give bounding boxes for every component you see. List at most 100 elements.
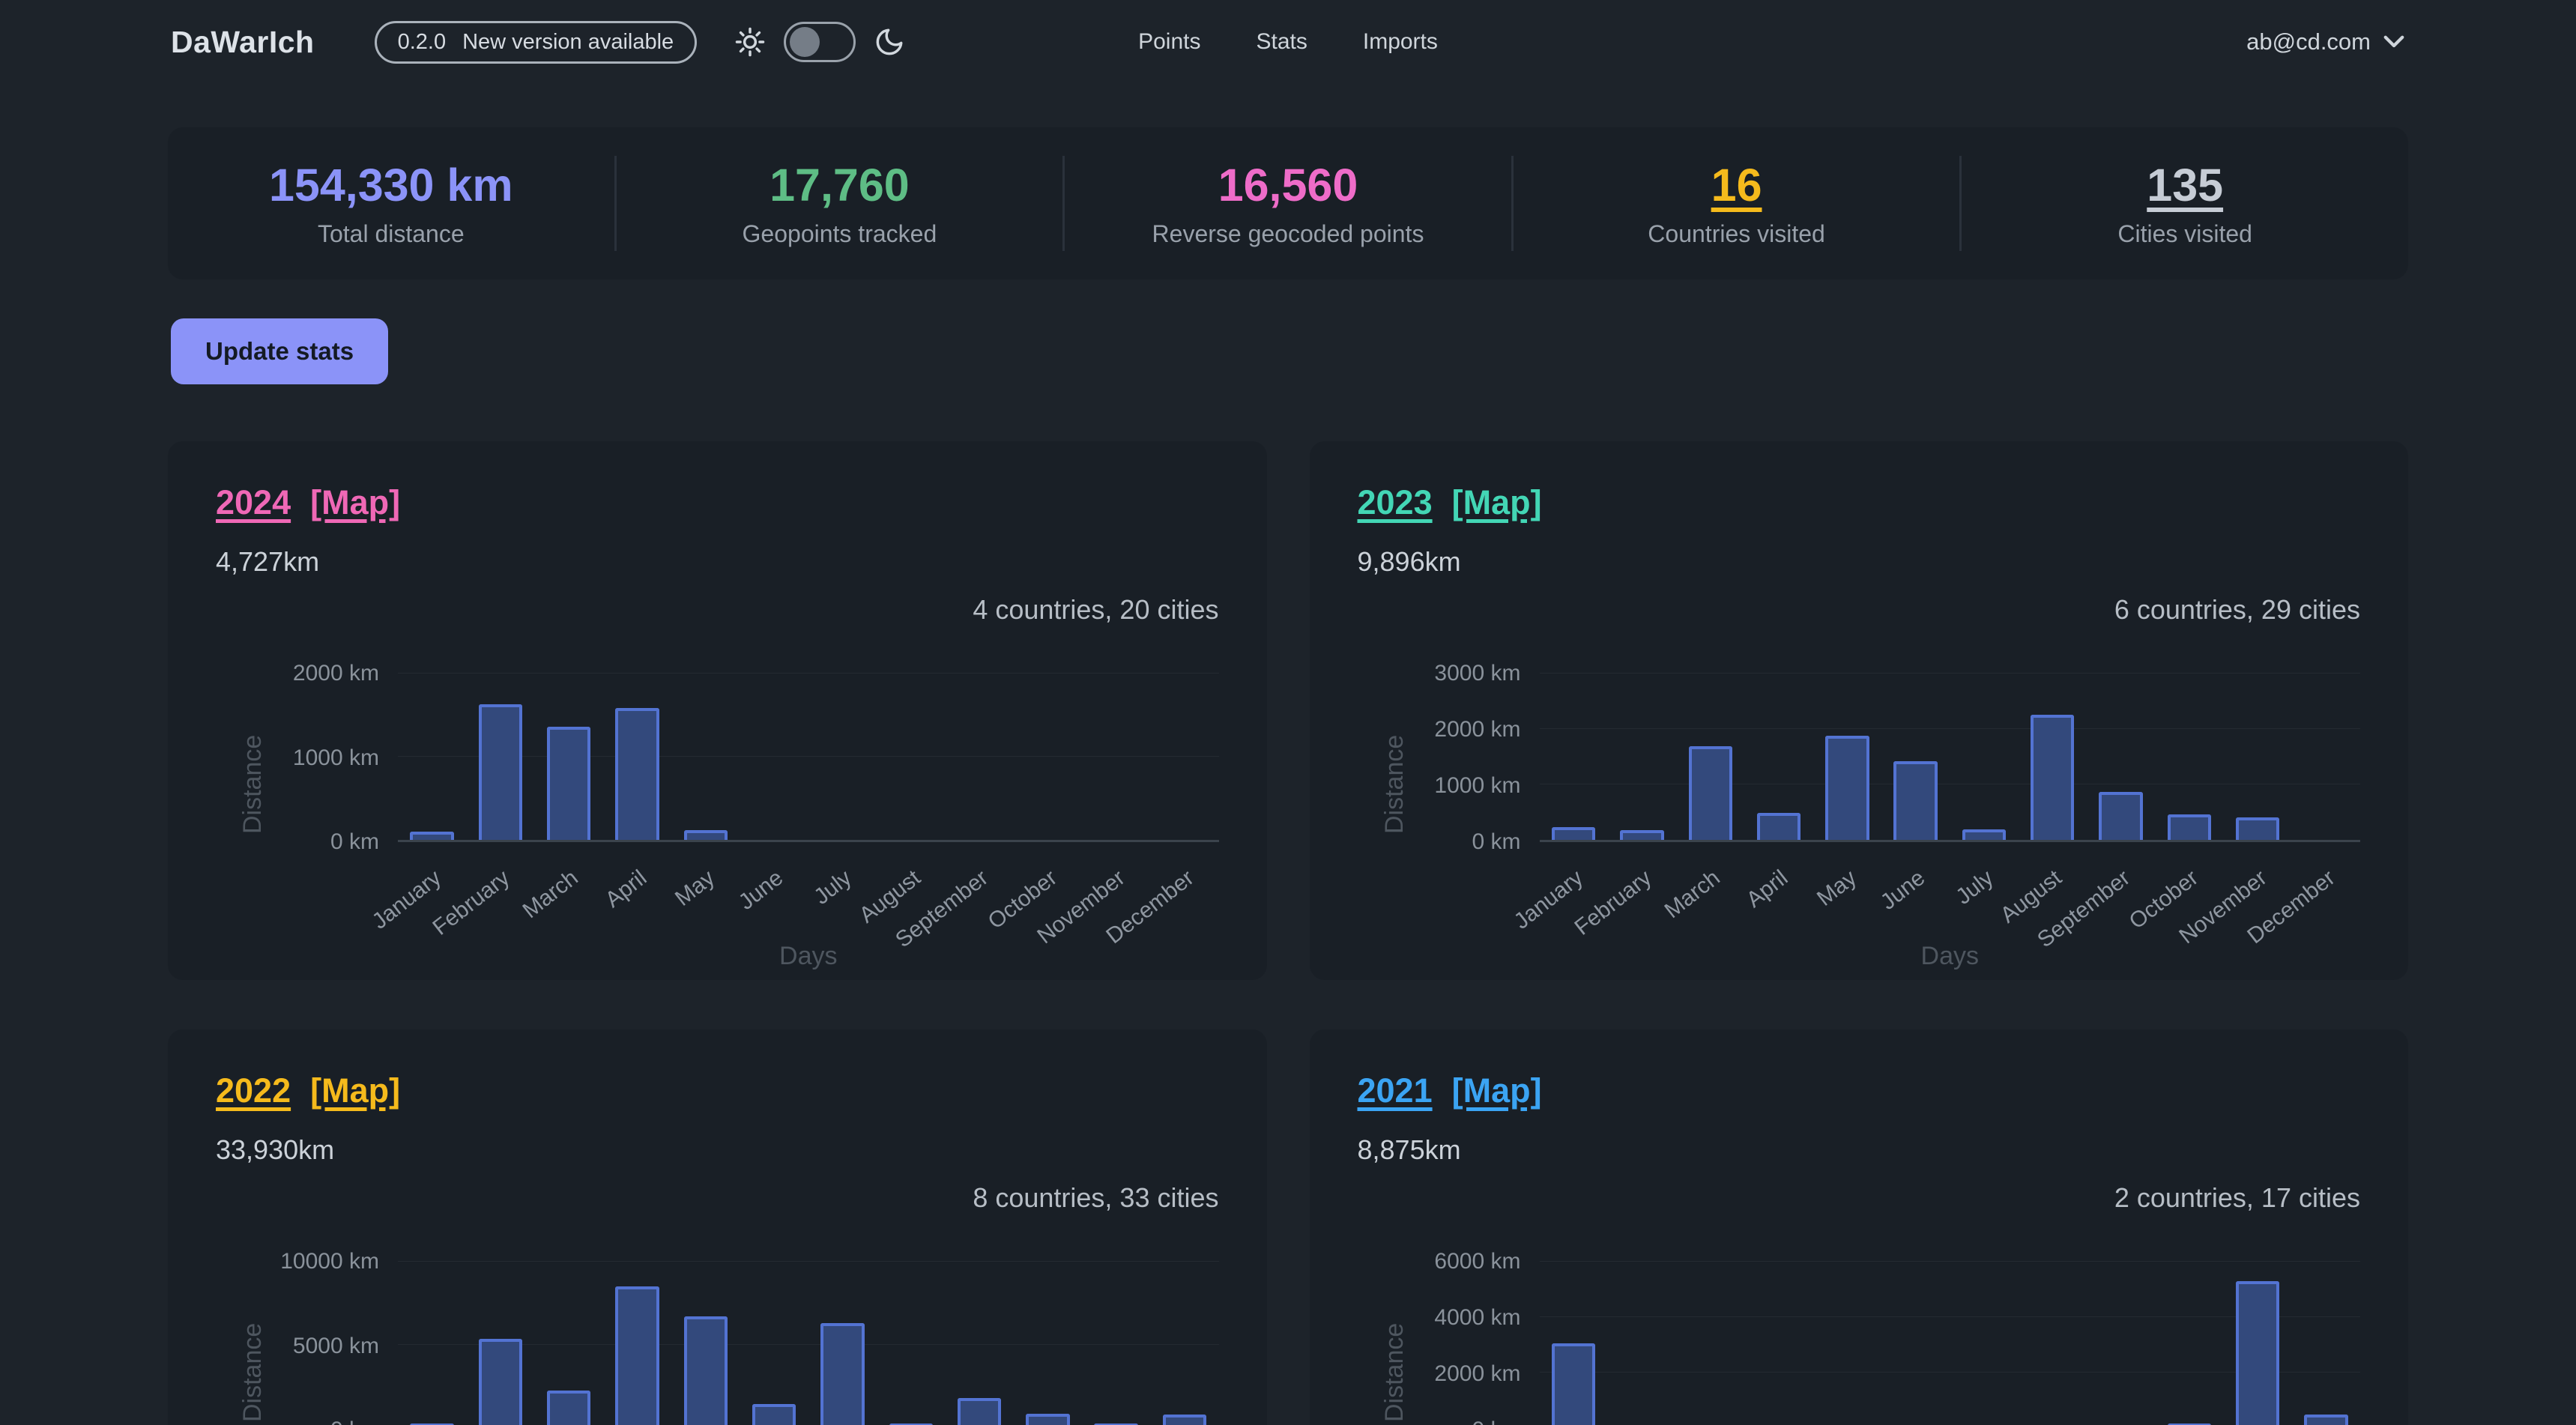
distance-bar [615,708,659,840]
y-tick-label: 0 km [1472,1418,1520,1425]
bar-slot [808,674,877,840]
distance-bar [547,1391,590,1425]
map-link[interactable]: [Map] [310,483,400,522]
distance-chart: Distance 0 km2000 km4000 km6000 km Janua… [1358,1239,2361,1425]
distance-bar [479,1339,522,1425]
stat-cities-visited: 135 Cities visited [1959,156,2408,251]
update-stats-button[interactable]: Update stats [171,318,388,384]
bar-slot [1676,1262,1744,1425]
bar-slot [945,674,1013,840]
month-label: May [1812,865,1862,912]
card-title-row: 2023 [Map] [1358,483,2361,522]
version-note: New version available [462,30,674,55]
bars [398,1262,1219,1425]
bar-slot [671,1262,740,1425]
bar-slot [398,1262,466,1425]
version-badge[interactable]: 0.2.0 New version available [375,21,698,64]
month-slot: December [2292,855,2360,937]
y-tick-label: 1000 km [1434,773,1520,799]
bar-slot [1881,674,1950,840]
bar-slot [740,1262,808,1425]
distance-bar [2031,715,2074,840]
x-axis-labels: JanuaryFebruaryMarchAprilMayJuneJulyAugu… [398,855,1219,937]
bar-slot [398,674,466,840]
distance-bar [684,830,728,840]
bar-slot [877,1262,945,1425]
app-logo[interactable]: DaWarIch [171,25,315,60]
bars [1540,674,2361,840]
chevron-down-icon [2383,34,2405,49]
y-tick-label: 4000 km [1434,1305,1520,1331]
distance-bar [1026,1414,1069,1425]
plot-area[interactable] [1540,1262,2361,1425]
year-summary: 4 countries, 20 cities [216,594,1219,626]
bar-slot [1744,1262,1812,1425]
distance-bar [410,832,453,840]
bar-slot [1881,1262,1950,1425]
stat-label: Cities visited [1962,220,2408,248]
nav-points[interactable]: Points [1138,29,1200,55]
stat-label: Total distance [168,220,614,248]
bar-slot [945,1262,1013,1425]
bar-slot [1540,1262,1608,1425]
month-label: June [1876,865,1930,916]
bar-slot [2019,674,2087,840]
month-slot: June [740,855,808,937]
stat-value: 154,330 km [168,159,614,211]
bars [398,674,1219,840]
month-slot: May [671,855,740,937]
nav-stats[interactable]: Stats [1256,29,1307,55]
year-link[interactable]: 2022 [216,1071,291,1110]
distance-bar [684,1316,728,1425]
card-title-row: 2021 [Map] [1358,1071,2361,1110]
month-slot: April [1744,855,1812,937]
cities-visited-link[interactable]: 135 [1962,159,2408,211]
map-link[interactable]: [Map] [1452,1071,1542,1110]
month-slot: February [466,855,534,937]
stat-total-distance: 154,330 km Total distance [168,156,614,251]
month-label: July [810,865,857,910]
distance-bar [1757,813,1801,840]
card-title-row: 2024 [Map] [216,483,1219,522]
year-link[interactable]: 2021 [1358,1071,1433,1110]
distance-bar [1893,761,1937,840]
year-link[interactable]: 2023 [1358,483,1433,522]
distance-bar [958,1398,1001,1425]
bar-slot [808,1262,877,1425]
distance-bar [2099,792,2142,840]
bar-slot [1150,1262,1218,1425]
plot-area[interactable] [398,1262,1219,1425]
bar-slot [2155,1262,2223,1425]
plot-area[interactable] [1540,674,2361,842]
bar-slot [1082,674,1150,840]
month-slot: March [535,855,603,937]
year-card-2021: 2021 [Map] 8,875km 2 countries, 17 citie… [1310,1029,2409,1425]
bar-slot [2087,674,2155,840]
y-axis-ticks: 0 km5000 km10000 km [216,1262,379,1425]
distance-bar [2168,814,2211,840]
y-tick-label: 3000 km [1434,661,1520,686]
stat-countries-visited: 16 Countries visited [1511,156,1960,251]
map-link[interactable]: [Map] [310,1071,400,1110]
distance-bar [2236,1281,2279,1425]
account-email: ab@cd.com [2246,28,2371,55]
theme-toggle[interactable] [784,22,856,62]
y-tick-label: 2000 km [1434,717,1520,742]
account-menu[interactable]: ab@cd.com [2246,28,2405,55]
bar-slot [535,674,603,840]
distance-chart: Distance 0 km5000 km10000 km JanuaryFebr… [216,1239,1219,1425]
distance-bar [1825,736,1869,840]
map-link[interactable]: [Map] [1452,483,1542,522]
year-link[interactable]: 2024 [216,483,291,522]
bars [1540,1262,2361,1425]
year-summary: 6 countries, 29 cities [1358,594,2361,626]
theme-switcher [734,22,905,62]
nav-imports[interactable]: Imports [1363,29,1438,55]
y-axis-ticks: 0 km1000 km2000 km3000 km [1358,674,1521,842]
countries-visited-link[interactable]: 16 [1514,159,1960,211]
y-tick-label: 0 km [1472,829,1520,855]
stat-label: Geopoints tracked [617,220,1063,248]
plot-area[interactable] [398,674,1219,842]
x-axis-title: Days [398,942,1219,971]
bar-slot [2292,674,2360,840]
